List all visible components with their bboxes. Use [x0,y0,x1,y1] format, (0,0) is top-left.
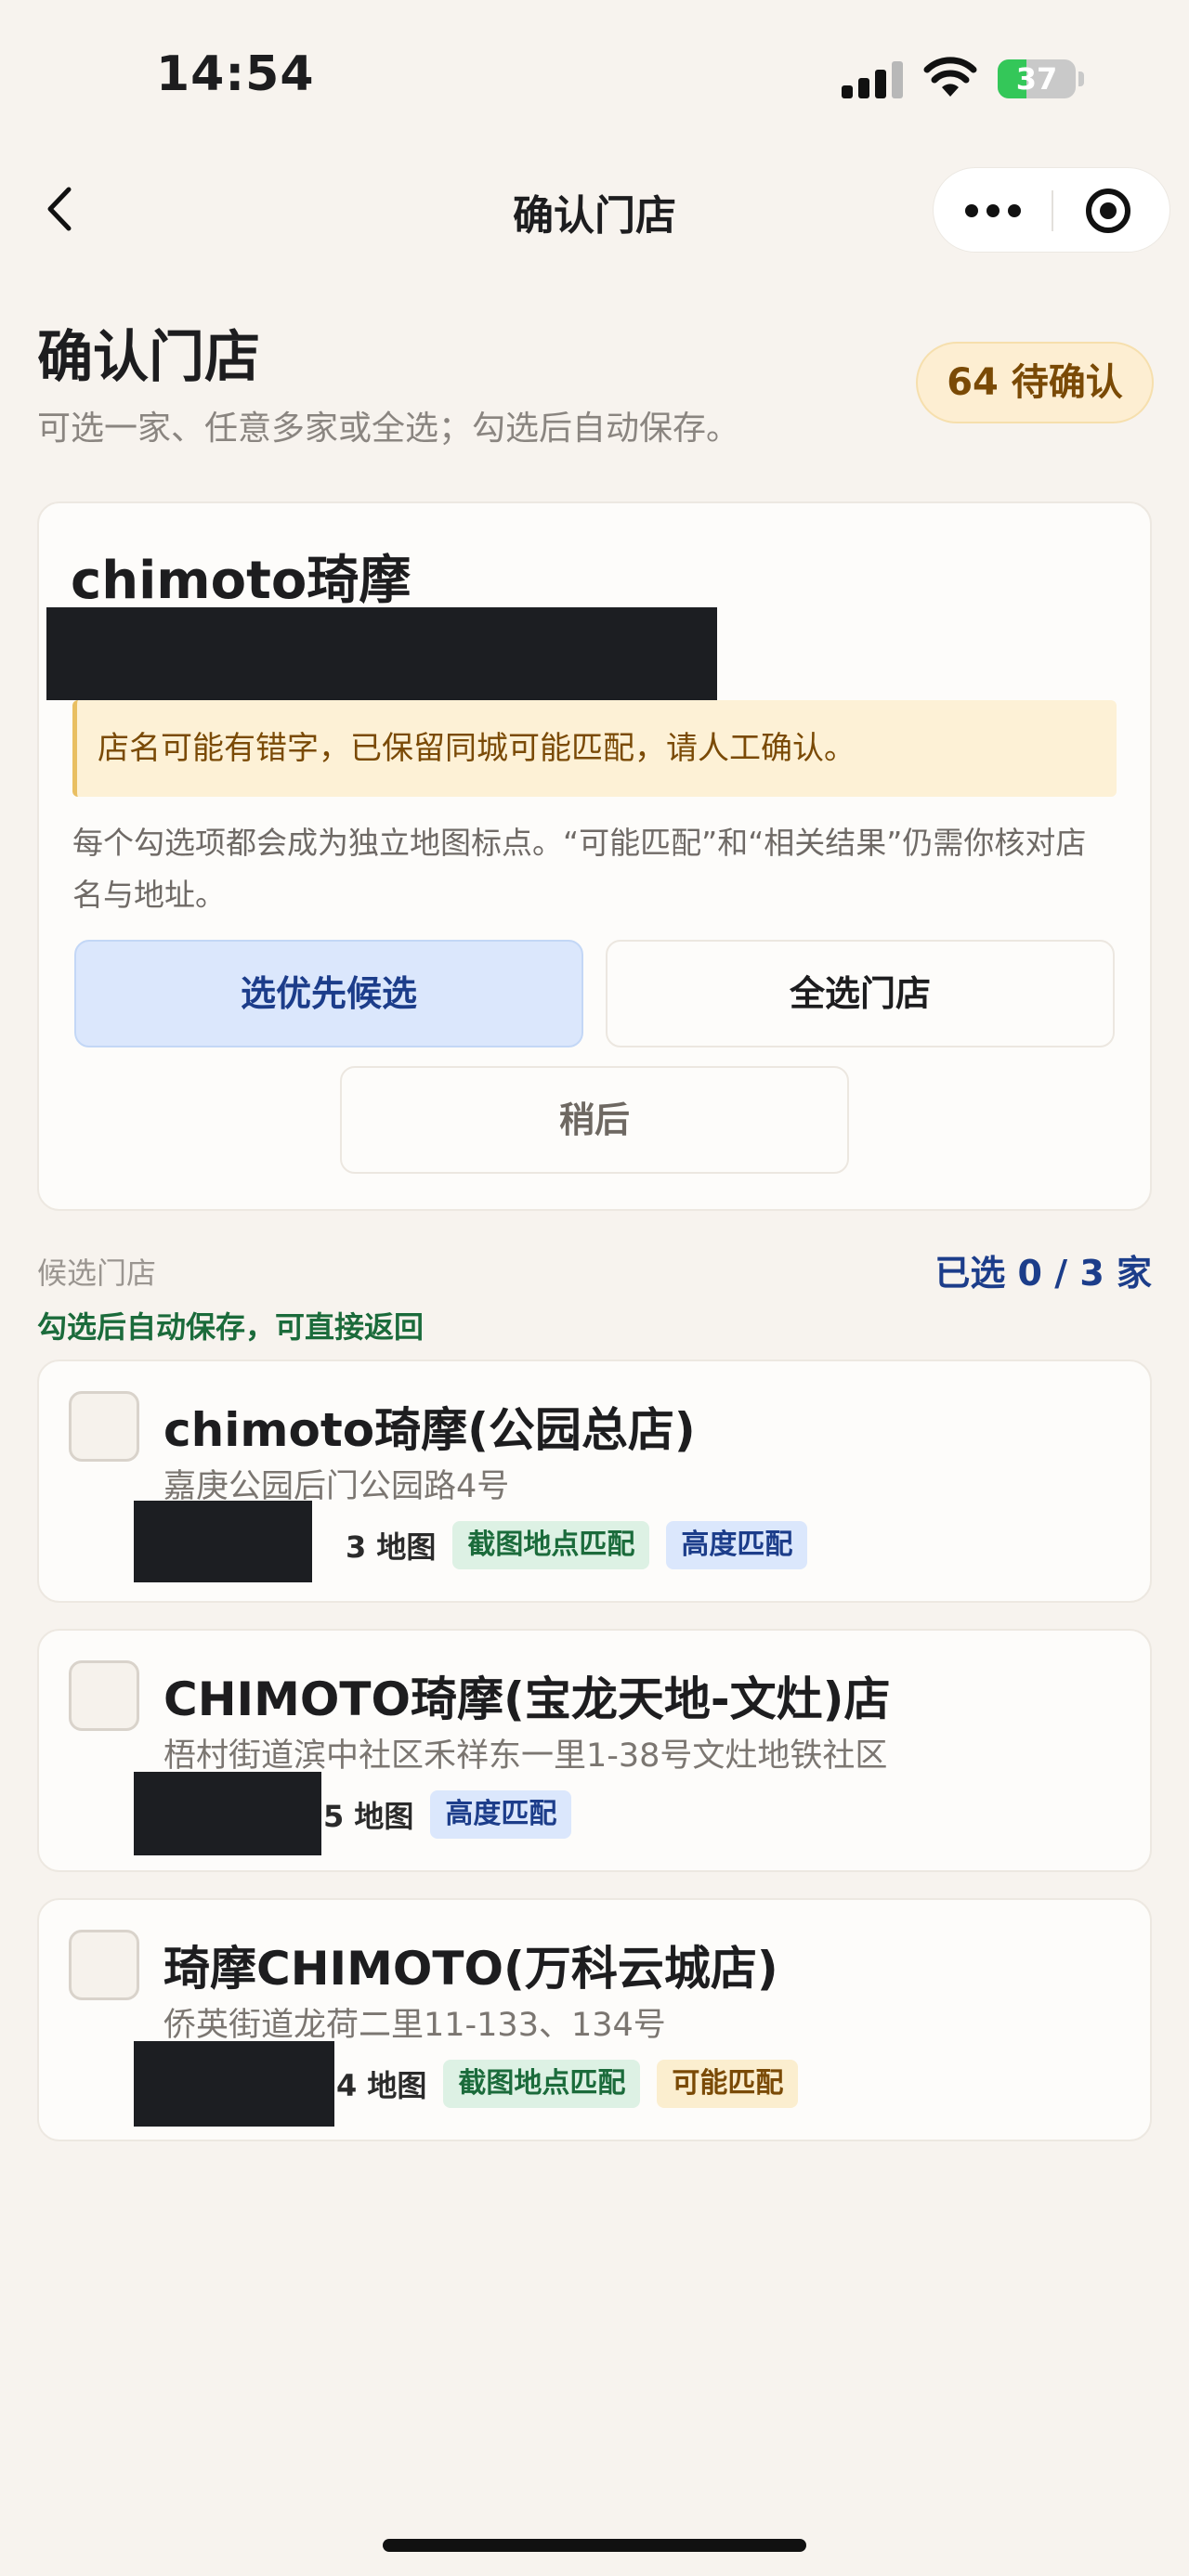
candidate-meta: 4 地图 截图地点匹配 可能匹配 [336,2058,799,2110]
battery-icon: 37 [998,59,1084,98]
candidate-checkbox[interactable] [69,1660,139,1731]
section-label: 候选门店 [37,1255,157,1291]
tag-location-match: 截图地点匹配 [443,2060,641,2108]
candidate-address: 侨英街道龙荷二里11-133、134号 [163,2007,666,2044]
status-bar: 14:54 37 [0,0,1189,158]
capsule-divider [1052,190,1053,231]
close-miniprogram-icon[interactable] [1086,189,1130,233]
tag-location-match: 截图地点匹配 [452,1521,650,1569]
select-all-button[interactable]: 全选门店 [606,940,1115,1047]
candidate-meta: 5 地图 高度匹配 [323,1789,572,1841]
battery-level: 37 [1015,61,1058,97]
tag-high-match: 高度匹配 [430,1790,572,1839]
autosave-hint: 勾选后自动保存，可直接返回 [37,1309,425,1345]
tag-possible-match: 可能匹配 [657,2060,799,2108]
candidate-name: chimoto琦摩(公园总店) [163,1403,696,1457]
store-name: chimoto琦摩 [71,551,412,611]
redacted-block [134,1501,312,1582]
redacted-block [134,1772,321,1855]
page-title: 确认门店 [37,325,260,390]
cellular-signal-icon [842,61,903,98]
candidate-meta: 3 地图 截图地点匹配 高度匹配 [346,1519,808,1571]
candidate-checkbox[interactable] [69,1930,139,2000]
pending-badge: 64 待确认 [916,342,1154,423]
tag-high-match: 高度匹配 [666,1521,808,1569]
redacted-block [134,2041,334,2127]
home-indicator [383,2539,806,2552]
candidate-name: 琦摩CHIMOTO(万科云城店) [163,1942,778,1996]
status-time: 14:54 [156,46,315,102]
map-link[interactable]: 4 地图 [336,2062,426,2105]
map-link[interactable]: 3 地图 [346,1524,436,1567]
wifi-icon [923,57,977,97]
candidate-address: 梧村街道滨中社区禾祥东一里1-38号文灶地铁社区 [163,1737,888,1775]
candidate-name: CHIMOTO琦摩(宝龙天地-文灶)店 [163,1672,891,1726]
miniprogram-capsule [933,167,1170,253]
map-link[interactable]: 5 地图 [323,1793,413,1836]
more-icon[interactable] [965,198,1021,224]
page-subtitle: 可选一家、任意多家或全选；勾选后自动保存。 [37,410,740,448]
selected-count: 已选 0 / 3 家 [934,1253,1152,1294]
warning-box: 店名可能有错字，已保留同城可能匹配，请人工确认。 [72,700,1117,797]
info-text: 每个勾选项都会成为独立地图标点。“可能匹配”和“相关结果”仍需你核对店名与地址。 [72,825,1087,913]
later-button[interactable]: 稍后 [340,1066,849,1174]
select-priority-button[interactable]: 选优先候选 [74,940,583,1047]
redacted-block [46,607,717,700]
candidate-checkbox[interactable] [69,1391,139,1462]
